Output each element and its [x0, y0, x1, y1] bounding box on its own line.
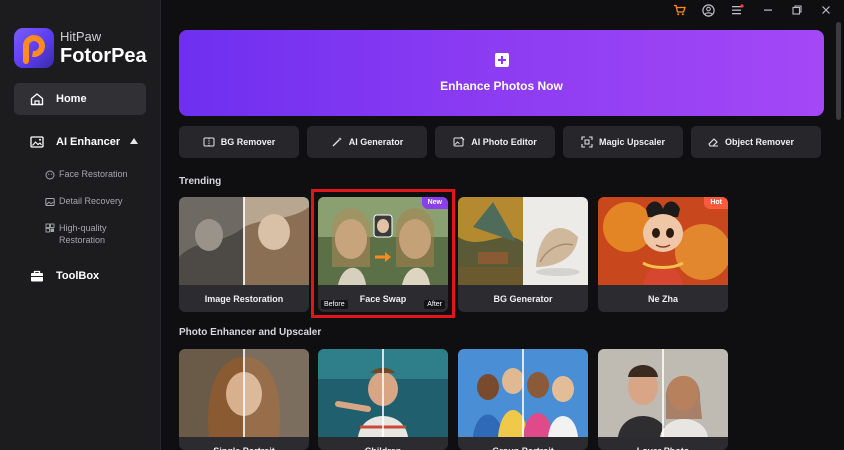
- upscale-icon: [581, 136, 593, 148]
- card-lover-photo[interactable]: Lover Photo: [598, 349, 728, 450]
- restore-icon[interactable]: [789, 2, 805, 18]
- close-icon[interactable]: [818, 2, 834, 18]
- tool-label: Magic Upscaler: [598, 137, 666, 147]
- image-enhance-icon: [30, 136, 44, 148]
- tool-label: AI Generator: [348, 137, 404, 147]
- card-thumbnail: [598, 349, 728, 437]
- card-image-restoration[interactable]: Image Restoration: [179, 197, 309, 312]
- sidebar-subitem-face-restoration[interactable]: Face Restoration: [45, 169, 128, 180]
- ai-generator-button[interactable]: AI Generator: [307, 126, 427, 158]
- card-bg-generator[interactable]: BG Generator: [458, 197, 588, 312]
- card-label: Lover Photo: [598, 437, 728, 450]
- logo-brand: HitPaw: [60, 29, 102, 44]
- tool-label: Object Remover: [725, 137, 795, 147]
- card-single-portrait[interactable]: Single Portrait: [179, 349, 309, 450]
- eraser-icon: [708, 138, 718, 147]
- enhance-photos-button[interactable]: Enhance Photos Now: [179, 30, 824, 116]
- card-children[interactable]: Children: [318, 349, 448, 450]
- cart-icon[interactable]: [671, 2, 687, 18]
- card-thumbnail: [179, 349, 309, 437]
- logo-icon: [14, 28, 54, 68]
- card-ne-zha[interactable]: Hot Ne Zha: [598, 197, 728, 312]
- tool-label: BG Remover: [220, 137, 276, 147]
- card-thumbnail: [458, 349, 588, 437]
- bg-remover-icon: [203, 137, 215, 147]
- home-icon: [30, 93, 44, 106]
- sidebar-subitem-label: Detail Recovery: [59, 196, 123, 206]
- card-label: BG Generator: [493, 293, 553, 304]
- minimize-icon[interactable]: [760, 2, 776, 18]
- sidebar: HitPaw FotorPea Home AI Enhancer Face Re…: [0, 0, 161, 450]
- magic-upscaler-button[interactable]: Magic Upscaler: [563, 126, 683, 158]
- hero-label: Enhance Photos Now: [440, 79, 563, 93]
- sidebar-item-label: AI Enhancer: [56, 136, 121, 148]
- quality-icon: [45, 223, 55, 233]
- plus-icon: [494, 53, 509, 67]
- magic-wand-icon: [332, 137, 342, 147]
- sidebar-subitem-label: High-quality Restoration: [59, 223, 107, 245]
- sidebar-subitem-high-quality-restoration[interactable]: High-quality Restoration: [45, 222, 129, 246]
- sidebar-subitem-detail-recovery[interactable]: Detail Recovery: [45, 196, 123, 207]
- card-label: Children: [318, 437, 448, 450]
- ai-photo-editor-button[interactable]: AI Photo Editor: [435, 126, 555, 158]
- sidebar-subitem-label: Face Restoration: [59, 169, 128, 179]
- sidebar-item-ai-enhancer[interactable]: AI Enhancer: [14, 132, 146, 152]
- section-title-photo-enhancer: Photo Enhancer and Upscaler: [179, 327, 322, 338]
- object-remover-button[interactable]: Object Remover: [691, 126, 821, 158]
- sidebar-item-home[interactable]: Home: [14, 83, 146, 115]
- section-title-trending: Trending: [179, 176, 222, 187]
- tool-bar: BG Remover AI Generator AI Photo Editor …: [179, 126, 829, 158]
- menu-icon[interactable]: [729, 2, 745, 18]
- face-icon: [45, 170, 55, 180]
- card-thumbnail: [598, 197, 728, 285]
- toolbox-icon: [31, 270, 43, 282]
- card-group-portrait[interactable]: Group Portrait: [458, 349, 588, 450]
- sidebar-item-label: Home: [56, 93, 87, 105]
- app-logo: HitPaw FotorPea: [14, 28, 147, 68]
- tool-label: AI Photo Editor: [471, 137, 537, 147]
- sidebar-item-label: ToolBox: [56, 270, 100, 282]
- sidebar-item-toolbox[interactable]: ToolBox: [14, 266, 146, 286]
- scrollbar-thumb[interactable]: [836, 22, 841, 120]
- card-thumbnail: [179, 197, 309, 285]
- card-label: Image Restoration: [204, 293, 284, 304]
- bg-remover-button[interactable]: BG Remover: [179, 126, 299, 158]
- card-thumbnail: [318, 349, 448, 437]
- photo-edit-icon: [453, 136, 465, 147]
- hot-badge: Hot: [704, 197, 728, 209]
- card-thumbnail: [458, 197, 588, 285]
- card-label: Group Portrait: [458, 437, 588, 450]
- account-icon[interactable]: [700, 2, 716, 18]
- highlight-frame: [311, 189, 455, 318]
- card-label: Ne Zha: [647, 293, 678, 304]
- collapse-caret-icon[interactable]: [130, 138, 138, 144]
- logo-product-name: FotorPea: [60, 45, 147, 67]
- image-icon: [45, 198, 55, 206]
- card-label: Single Portrait: [179, 437, 309, 450]
